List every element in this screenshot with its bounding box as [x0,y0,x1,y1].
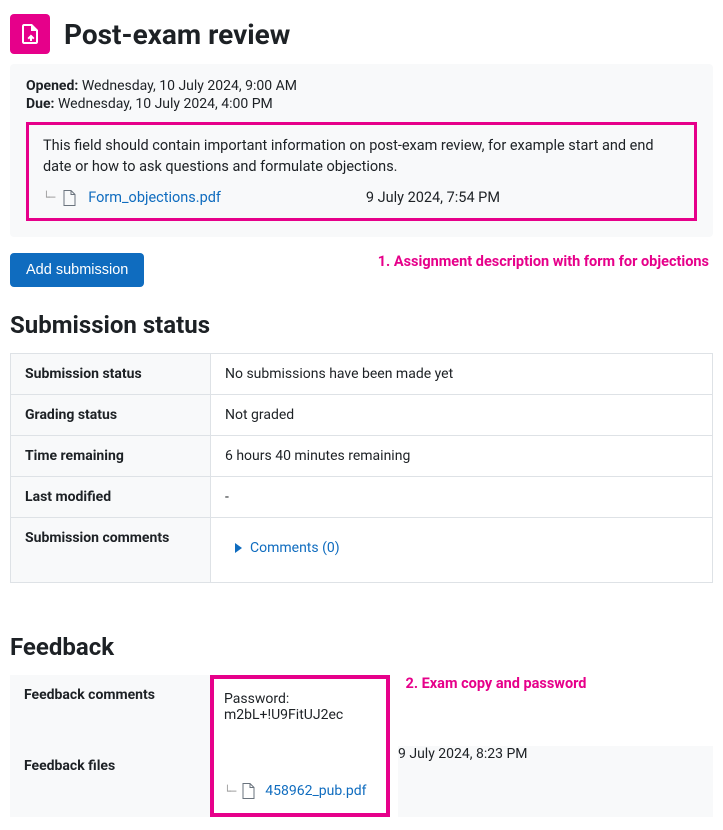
feedback-comments-value: Password: m2bL+!U9FitUJ2ec [214,679,386,763]
add-submission-button[interactable]: Add submission [10,253,144,287]
table-row: Submission comments Comments (0) [11,518,713,583]
table-row: Grading status Not graded [11,395,713,436]
document-icon [241,783,255,799]
table-row: Submission status No submissions have be… [11,354,713,395]
feedback-table: Feedback comments Password: m2bL+!U9FitU… [10,675,713,817]
feedback-file-link[interactable]: 458962_pub.pdf [265,783,366,799]
last-modified-value: - [211,477,713,518]
time-remaining-value: 6 hours 40 minutes remaining [211,436,713,477]
description-box: This field should contain important info… [26,122,697,221]
description-file-row: └─ Form_objections.pdf 9 July 2024, 7:54… [43,187,680,208]
action-row: Add submission 1. Assignment description… [10,253,713,287]
feedback-file-date: 9 July 2024, 8:23 PM [398,746,713,817]
last-modified-label: Last modified [11,477,211,518]
submission-status-heading: Submission status [10,311,713,339]
feedback-highlight-box: Password: m2bL+!U9FitUJ2ec └─ 458962_pub… [210,675,390,817]
feedback-comments-label: Feedback comments [10,675,210,746]
page-title: Post-exam review [64,18,290,51]
description-text: This field should contain important info… [43,135,680,177]
comments-toggle-label: Comments (0) [250,540,340,556]
tree-glyph-icon: └─ [43,190,54,206]
submission-status-table: Submission status No submissions have be… [10,353,713,583]
opened-date-line: Opened: Wednesday, 10 July 2024, 9:00 AM [26,78,697,94]
due-label: Due: [26,96,54,112]
feedback-files-label: Feedback files [10,746,210,817]
submission-comments-label: Submission comments [11,518,211,583]
submission-status-value: No submissions have been made yet [211,354,713,395]
grading-status-value: Not graded [211,395,713,436]
form-objections-link[interactable]: Form_objections.pdf [88,187,221,208]
due-date-line: Due: Wednesday, 10 July 2024, 4:00 PM [26,96,697,112]
annotation-2: 2. Exam copy and password [398,675,598,694]
table-row: Feedback comments Password: m2bL+!U9FitU… [10,675,713,746]
caret-right-icon [235,543,242,553]
description-file-date: 9 July 2024, 7:54 PM [366,187,680,208]
feedback-file-row: └─ 458962_pub.pdf [214,763,386,813]
tree-glyph-icon: └─ [224,785,235,798]
document-icon [62,190,76,206]
annotation-1: 1. Assignment description with form for … [378,253,713,272]
opened-label: Opened: [26,78,78,94]
page-header: Post-exam review [10,14,713,54]
time-remaining-label: Time remaining [11,436,211,477]
activity-dates-box: Opened: Wednesday, 10 July 2024, 9:00 AM… [10,64,713,237]
submission-status-label: Submission status [11,354,211,395]
comments-toggle[interactable]: Comments (0) [225,530,340,570]
grading-status-label: Grading status [11,395,211,436]
feedback-heading: Feedback [10,633,713,661]
table-row: Last modified - [11,477,713,518]
assignment-icon [10,14,50,54]
table-row: Time remaining 6 hours 40 minutes remain… [11,436,713,477]
due-value: Wednesday, 10 July 2024, 4:00 PM [58,96,273,112]
opened-value: Wednesday, 10 July 2024, 9:00 AM [82,78,297,94]
